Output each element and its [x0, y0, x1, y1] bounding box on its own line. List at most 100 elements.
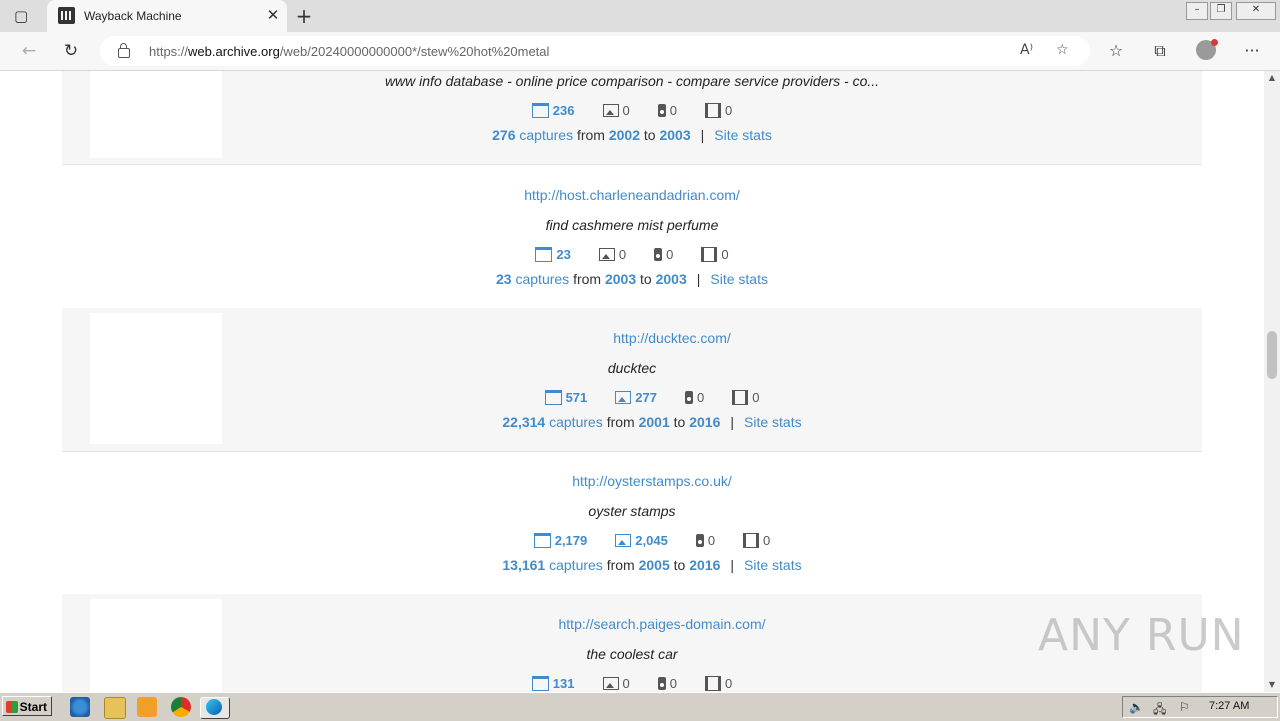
site-stats-link[interactable]: Site stats	[710, 271, 768, 287]
image-icon	[615, 534, 632, 547]
system-tray: 🔈 🖧 ⚐ 7:27 AM	[1122, 696, 1278, 718]
site-stats-link[interactable]: Site stats	[714, 127, 772, 143]
image-icon	[602, 677, 619, 690]
video-captures-stat: 0	[704, 676, 732, 691]
result-description: ducktec	[607, 360, 657, 376]
lock-icon[interactable]	[118, 43, 130, 58]
page-viewport: www info database - online price compari…	[0, 71, 1264, 692]
edge-icon	[206, 699, 222, 715]
volume-icon[interactable]: 🔈	[1129, 700, 1144, 714]
video-icon	[732, 390, 749, 405]
scroll-up-arrow-icon[interactable]: ▲	[1264, 71, 1280, 85]
captures-line: 276 captures from 2002 to 2003 | Site stat…	[492, 127, 772, 143]
back-button[interactable]: ←	[18, 40, 40, 62]
favorites-icon[interactable]: ☆	[1105, 40, 1127, 62]
result-stats: 236 0 0 0	[62, 103, 1202, 118]
video-captures-stat: 0	[732, 390, 759, 405]
network-icon[interactable]: 🖧	[1153, 700, 1166, 721]
file-explorer-icon[interactable]	[104, 697, 126, 719]
web-captures-stat[interactable]: 236	[531, 103, 575, 118]
read-aloud-icon[interactable]: A⁾	[1020, 42, 1033, 58]
result-description: find cashmere mist perfume	[545, 217, 719, 233]
result-description: the coolest car	[586, 646, 678, 662]
search-result: http://host.charleneandadrian.com/ find …	[62, 165, 1202, 309]
image-icon	[598, 248, 615, 261]
action-center-flag-icon[interactable]: ⚐	[1179, 700, 1190, 714]
search-result: www info database - online price compari…	[62, 71, 1202, 165]
site-stats-link[interactable]: Site stats	[744, 557, 802, 573]
scrollbar-thumb[interactable]	[1267, 331, 1277, 379]
video-captures-stat: 0	[704, 103, 732, 118]
result-stats: 571 277 0 0	[82, 390, 1222, 405]
result-description: oyster stamps	[588, 503, 676, 519]
audio-captures-stat: 0	[657, 103, 677, 118]
result-stats: 2,179 2,045 0 0	[82, 533, 1222, 548]
audio-captures-stat: 0	[654, 247, 673, 262]
scroll-down-arrow-icon[interactable]: ▼	[1264, 678, 1280, 692]
minimize-button[interactable]: –	[1186, 2, 1208, 20]
audio-captures-stat: 0	[684, 390, 704, 405]
web-captures-stat[interactable]: 571	[544, 390, 587, 405]
webpage-icon	[531, 676, 549, 691]
edge-taskbar-button[interactable]	[200, 697, 230, 719]
more-menu-icon[interactable]: ···	[1241, 40, 1263, 62]
video-icon	[704, 103, 721, 118]
video-captures-stat: 0	[701, 247, 729, 262]
refresh-button[interactable]: ↻	[60, 40, 82, 62]
video-captures-stat: 0	[743, 533, 770, 548]
media-player-icon[interactable]	[137, 697, 157, 717]
result-url-link[interactable]: http://ducktec.com/	[102, 330, 1242, 346]
captures-line: 22,314 captures from 2001 to 2016 | Site s…	[502, 414, 802, 430]
video-icon	[701, 247, 718, 262]
add-favorite-icon[interactable]: ☆	[1056, 42, 1069, 58]
audio-icon	[654, 248, 663, 261]
collections-icon[interactable]: ⧉	[1149, 40, 1171, 62]
start-button[interactable]: Start	[2, 696, 52, 716]
url-text: https://web.archive.org/web/202400000000…	[149, 44, 550, 59]
result-url-link[interactable]: http://oysterstamps.co.uk/	[82, 473, 1222, 489]
webpage-icon	[535, 247, 553, 262]
audio-captures-stat: 0	[657, 676, 677, 691]
internet-explorer-icon[interactable]	[70, 697, 90, 717]
result-description: www info database - online price compari…	[384, 73, 880, 89]
web-captures-stat[interactable]: 23	[535, 247, 571, 262]
audio-icon	[657, 104, 666, 117]
tab-wayback-machine[interactable]: Wayback Machine ✕	[47, 0, 287, 32]
image-icon	[602, 104, 619, 117]
webpage-icon	[531, 103, 549, 118]
profile-avatar[interactable]	[1196, 39, 1218, 60]
video-icon	[704, 676, 721, 691]
web-captures-stat[interactable]: 131	[531, 676, 575, 691]
audio-icon	[657, 677, 666, 690]
webpage-icon	[544, 390, 562, 405]
address-bar: ← ↻ https://web.archive.org/web/20240000…	[0, 32, 1280, 71]
result-url-link[interactable]: http://host.charleneandadrian.com/	[62, 187, 1202, 203]
tab-bar: ▢ Wayback Machine ✕ + – ❐ ✕	[0, 0, 1280, 32]
image-icon	[615, 391, 632, 404]
video-icon	[743, 533, 760, 548]
tab-title: Wayback Machine	[84, 9, 182, 23]
search-result: http://oysterstamps.co.uk/ oyster stamps…	[62, 451, 1202, 595]
webpage-icon	[533, 533, 551, 548]
chrome-icon[interactable]	[171, 697, 191, 717]
new-tab-button[interactable]: +	[292, 4, 316, 28]
wayback-favicon-icon	[58, 7, 75, 24]
audio-captures-stat: 0	[695, 533, 715, 548]
tab-actions-icon[interactable]: ▢	[14, 7, 32, 25]
captures-line: 13,161 captures from 2005 to 2016 | Site s…	[502, 557, 802, 573]
image-captures-stat[interactable]: 277	[615, 390, 657, 405]
taskbar: Start 🔈 🖧 ⚐ 7:27 AM	[0, 692, 1280, 721]
image-captures-stat: 0	[602, 103, 630, 118]
site-stats-link[interactable]: Site stats	[744, 414, 802, 430]
vertical-scrollbar[interactable]: ▲ ▼	[1264, 71, 1280, 692]
web-captures-stat[interactable]: 2,179	[533, 533, 587, 548]
close-window-button[interactable]: ✕	[1236, 2, 1276, 20]
result-stats: 23 0 0 0	[62, 247, 1202, 262]
audio-icon	[684, 391, 693, 404]
image-captures-stat[interactable]: 2,045	[615, 533, 668, 548]
url-field[interactable]: https://web.archive.org/web/202400000000…	[100, 36, 1090, 66]
windows-logo-icon	[6, 701, 18, 713]
close-tab-icon[interactable]: ✕	[263, 5, 283, 25]
clock: 7:27 AM	[1209, 700, 1250, 712]
restore-button[interactable]: ❐	[1210, 2, 1232, 20]
